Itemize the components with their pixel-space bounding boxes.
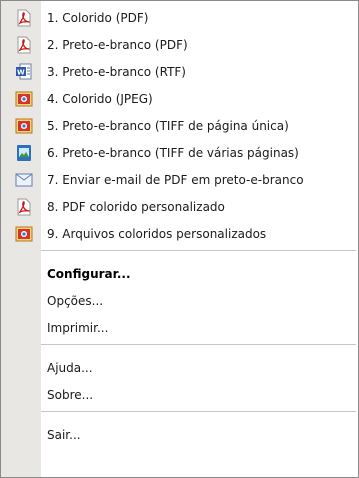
menu-item-pdf-colorido-personalizado[interactable]: 8. PDF colorido personalizado — [1, 193, 358, 220]
menu-item-label: Opções... — [47, 293, 104, 308]
menu-item-label: 8. PDF colorido personalizado — [47, 199, 225, 214]
menu-item-label: 5. Preto-e-branco (TIFF de página única) — [47, 118, 289, 133]
menu-item-imprimir[interactable]: Imprimir... — [1, 314, 358, 341]
menu-item-tiff-varias-paginas[interactable]: 6. Preto-e-branco (TIFF de várias página… — [1, 139, 358, 166]
menu-item-label: 7. Enviar e-mail de PDF em preto-e-branc… — [47, 172, 304, 187]
menu-item-preto-branco-rtf[interactable]: W 3. Preto-e-branco (RTF) — [1, 58, 358, 85]
menu-separator — [1, 408, 358, 415]
svg-text:W: W — [17, 68, 25, 76]
menu-separator — [1, 247, 358, 254]
multipage-image-icon — [14, 143, 34, 163]
menu-item-label: 2. Preto-e-branco (PDF) — [47, 37, 188, 52]
image-icon — [14, 89, 34, 109]
envelope-icon — [14, 170, 34, 190]
context-menu: 1. Colorido (PDF) 2. Preto-e-branco (PDF… — [0, 0, 359, 478]
menu-item-label: Imprimir... — [47, 320, 109, 335]
pdf-icon — [14, 197, 34, 217]
menu-item-opcoes[interactable]: Opções... — [1, 287, 358, 314]
menu-item-label: 3. Preto-e-branco (RTF) — [47, 64, 186, 79]
menu-item-label: Configurar... — [47, 266, 131, 281]
menu-item-colorido-jpeg[interactable]: 4. Colorido (JPEG) — [1, 85, 358, 112]
menu-item-label: 9. Arquivos coloridos personalizados — [47, 226, 267, 241]
menu-item-sair[interactable]: Sair... — [1, 421, 358, 448]
menu-separator — [1, 341, 358, 348]
menu-item-label: Sobre... — [47, 387, 94, 402]
pdf-icon — [14, 35, 34, 55]
menu-item-enviar-email-pdf[interactable]: 7. Enviar e-mail de PDF em preto-e-branc… — [1, 166, 358, 193]
menu-item-configurar[interactable]: Configurar... — [1, 260, 358, 287]
menu-item-preto-branco-pdf[interactable]: 2. Preto-e-branco (PDF) — [1, 31, 358, 58]
menu-item-ajuda[interactable]: Ajuda... — [1, 354, 358, 381]
menu-item-label: Ajuda... — [47, 360, 93, 375]
menu-item-label: 1. Colorido (PDF) — [47, 10, 149, 25]
pdf-icon — [14, 8, 34, 28]
menu-item-arquivos-coloridos-personalizados[interactable]: 9. Arquivos coloridos personalizados — [1, 220, 358, 247]
image-icon — [14, 224, 34, 244]
menu-item-sobre[interactable]: Sobre... — [1, 381, 358, 408]
image-icon — [14, 116, 34, 136]
menu-item-colorido-pdf[interactable]: 1. Colorido (PDF) — [1, 4, 358, 31]
menu-item-label: Sair... — [47, 427, 81, 442]
menu-item-tiff-pagina-unica[interactable]: 5. Preto-e-branco (TIFF de página única) — [1, 112, 358, 139]
menu-item-label: 6. Preto-e-branco (TIFF de várias página… — [47, 145, 299, 160]
word-doc-icon: W — [14, 62, 34, 82]
menu-item-label: 4. Colorido (JPEG) — [47, 91, 153, 106]
